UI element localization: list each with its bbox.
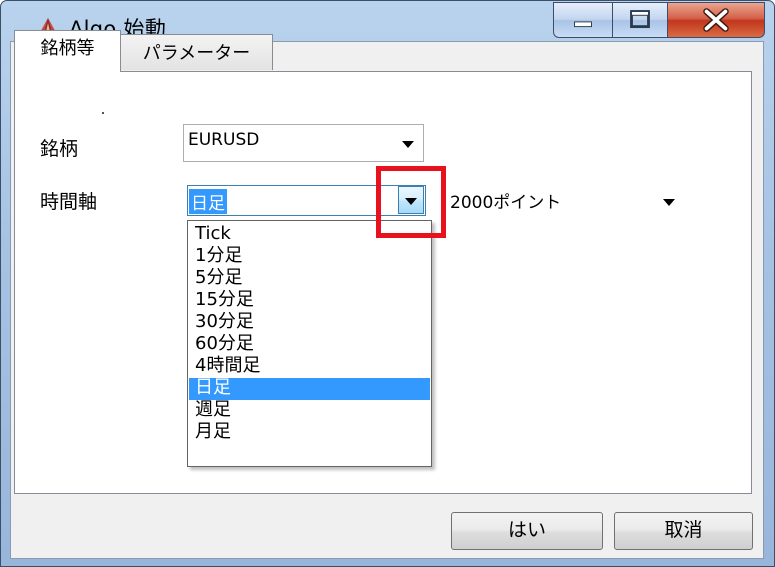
- timeframe-option[interactable]: 週足: [189, 400, 430, 422]
- timeframe-option[interactable]: 30分足: [189, 312, 430, 334]
- tab-parameters[interactable]: パラメーター: [120, 34, 273, 70]
- points-value: 2000ポイント: [450, 193, 562, 213]
- symbol-value: EURUSD: [188, 130, 260, 150]
- chevron-down-icon: [663, 199, 675, 206]
- timeframe-option[interactable]: 5分足: [189, 268, 430, 290]
- timeframe-dropdown-list[interactable]: Tick 1分足 5分足 15分足 30分足 60分足 4時間足 日足 週足 月…: [187, 220, 432, 467]
- chevron-down-icon: [402, 141, 414, 148]
- maximize-icon: [630, 10, 650, 29]
- timeframe-option[interactable]: 日足: [189, 378, 430, 400]
- close-icon: [703, 8, 729, 32]
- points-combobox[interactable]: 2000ポイント: [446, 184, 686, 216]
- focus-dot: [102, 112, 104, 114]
- timeframe-option[interactable]: 15分足: [189, 290, 430, 312]
- timeframe-value: 日足: [189, 189, 227, 214]
- timeframe-option[interactable]: 月足: [189, 422, 430, 444]
- cancel-button[interactable]: 取消: [614, 512, 753, 550]
- timeframe-option[interactable]: 60分足: [189, 334, 430, 356]
- ok-button[interactable]: はい: [451, 512, 603, 550]
- timeframe-label: 時間軸: [40, 191, 98, 213]
- timeframe-option[interactable]: 1分足: [189, 246, 430, 268]
- highlight-annotation: [376, 166, 446, 238]
- symbol-label: 銘柄: [40, 138, 79, 160]
- minimize-button[interactable]: [553, 2, 613, 38]
- timeframe-option[interactable]: 4時間足: [189, 356, 430, 378]
- maximize-button[interactable]: [612, 2, 668, 38]
- close-button[interactable]: [667, 2, 765, 38]
- tab-symbol[interactable]: 銘柄等: [14, 30, 121, 72]
- symbol-combobox[interactable]: EURUSD: [183, 124, 424, 162]
- minimize-icon: [574, 21, 592, 28]
